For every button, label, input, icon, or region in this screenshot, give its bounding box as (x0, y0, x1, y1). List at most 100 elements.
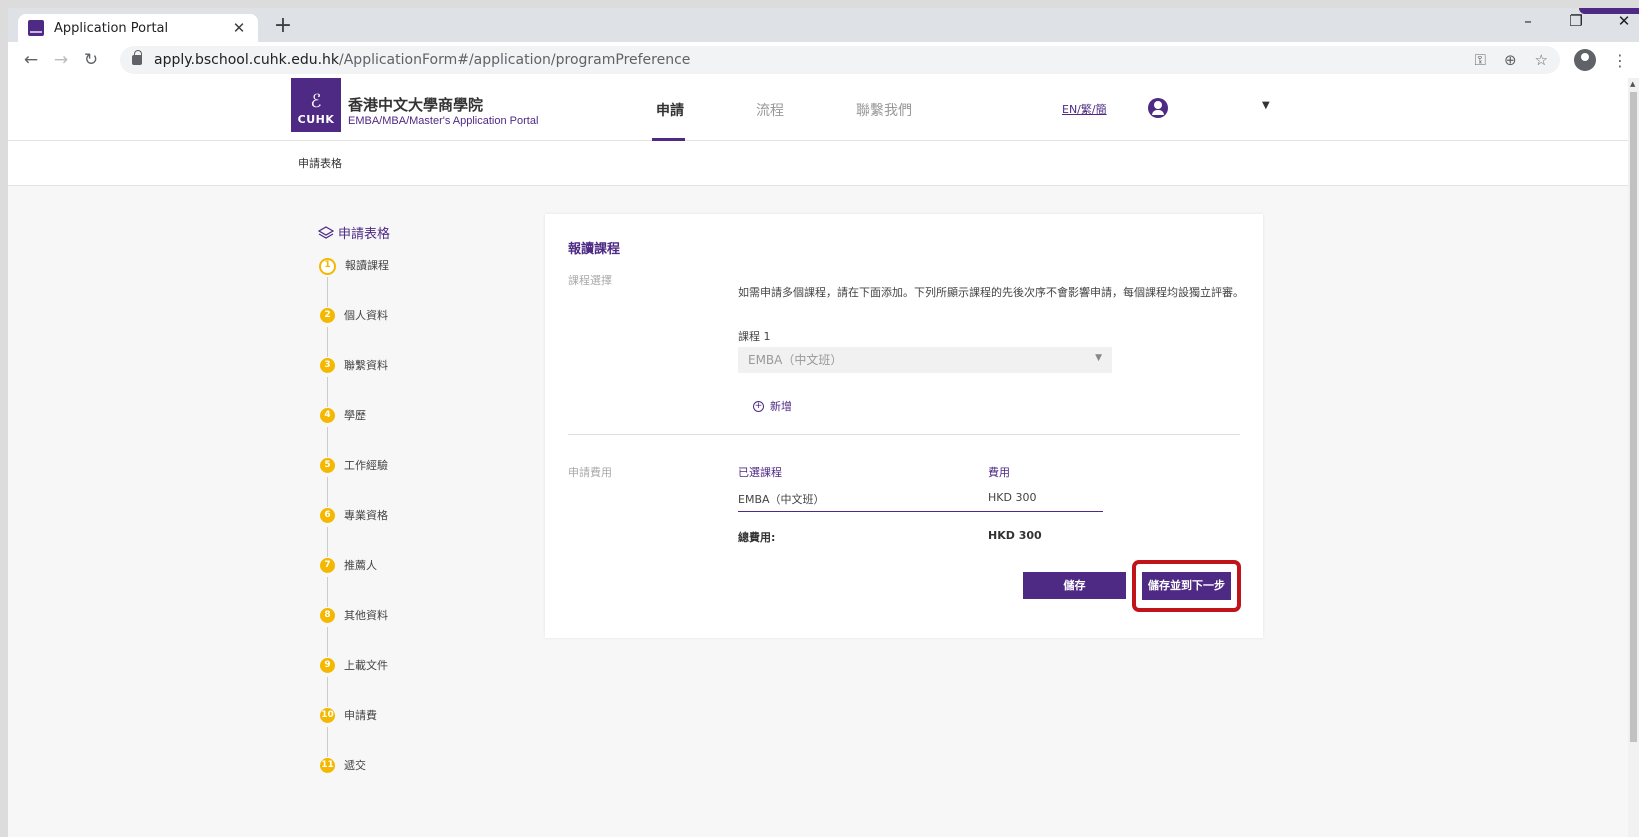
step-item[interactable]: 7 推薦人 (320, 558, 389, 608)
fee-section-label: 申請費用 (568, 466, 612, 479)
school-name: 香港中文大學商學院 (348, 96, 484, 114)
browser-window: Application Portal ✕ + – ❐ ✕ ← → ↻ apply… (8, 8, 1639, 837)
step-number-badge: 2 (320, 308, 335, 323)
window-controls: – ❐ ✕ (1519, 12, 1633, 30)
browser-toolbar: ← → ↻ apply.bschool.cuhk.edu.hk/Applicat… (8, 42, 1639, 78)
reload-icon[interactable]: ↻ (76, 50, 106, 70)
step-item[interactable]: 2 個人資料 (320, 308, 389, 358)
browser-menu-icon[interactable]: ⋮ (1612, 51, 1628, 70)
fee-total-divider (738, 511, 1103, 512)
step-number-badge: 9 (320, 658, 335, 673)
forward-arrow-icon[interactable]: → (46, 50, 76, 70)
url-path: /ApplicationForm#/application/programPre… (339, 52, 691, 68)
step-label: 推薦人 (344, 559, 377, 572)
star-icon[interactable]: ☆ (1535, 51, 1548, 69)
step-number-badge: 4 (320, 408, 335, 423)
address-bar[interactable]: apply.bschool.cuhk.edu.hk/ApplicationFor… (120, 46, 1560, 74)
course-1-select[interactable]: EMBA（中文班） ▼ (738, 347, 1112, 373)
step-connector (327, 627, 328, 657)
step-number-badge: 1 (319, 258, 336, 275)
instruction-text: 如需申請多個課程，請在下面添加。下列所顯示課程的先後次序不會影響申請，每個課程均… (738, 286, 1244, 299)
nav-contact[interactable]: 聯繫我們 (856, 100, 912, 120)
close-window-button[interactable]: ✕ (1615, 12, 1633, 30)
step-connector (327, 327, 328, 357)
section-divider (568, 434, 1240, 435)
step-item[interactable]: 3 聯繫資料 (320, 358, 389, 408)
page-scrollbar[interactable]: ▲ (1628, 78, 1639, 837)
url-domain: apply.bschool.cuhk.edu.hk (154, 52, 340, 68)
user-menu-caret-icon[interactable]: ▼ (1262, 100, 1270, 111)
step-connector (327, 377, 328, 407)
step-number-badge: 11 (320, 758, 335, 773)
scroll-up-icon[interactable]: ▲ (1630, 80, 1635, 88)
step-connector (327, 477, 328, 507)
step-item[interactable]: 8 其他資料 (320, 608, 389, 658)
step-label: 工作經驗 (344, 459, 388, 472)
back-arrow-icon[interactable]: ← (16, 50, 46, 70)
user-account-icon[interactable] (1148, 98, 1168, 118)
step-item[interactable]: 6 專業資格 (320, 508, 389, 558)
scrollbar-thumb[interactable] (1630, 92, 1637, 742)
step-label: 個人資料 (344, 309, 388, 322)
course-section-label: 課程選擇 (568, 274, 612, 287)
course-1-value: EMBA（中文班） (748, 353, 843, 367)
tab-close-icon[interactable]: ✕ (230, 19, 248, 37)
step-item[interactable]: 9 上載文件 (320, 658, 389, 708)
step-connector (327, 527, 328, 557)
step-number-badge: 8 (320, 608, 335, 623)
minimize-button[interactable]: – (1519, 12, 1537, 30)
step-item[interactable]: 11 遞交 (320, 758, 389, 808)
logo-text: CUHK (297, 113, 335, 126)
fee-row-course: EMBA（中文班） (738, 493, 825, 506)
logo-emblem-icon: ℰ (310, 91, 322, 112)
step-item[interactable]: 10 申請費 (320, 708, 389, 758)
save-button[interactable]: 儲存 (1023, 572, 1126, 599)
nav-process[interactable]: 流程 (756, 100, 784, 120)
step-list: 1 報讀課程 2 個人資料 3 聯繫資料 4 學歷 5 工作經驗 6 專業資格 7 推薦人 8 其他資料 9 上載… (319, 258, 389, 808)
tab-title: Application Portal (54, 20, 169, 36)
program-preference-card: 報讀課程 課程選擇 如需申請多個課程，請在下面添加。下列所顯示課程的先後次序不會… (545, 214, 1263, 638)
key-icon[interactable]: ⚿ (1475, 51, 1486, 69)
add-course-label: 新增 (770, 400, 792, 413)
step-label: 申請費 (344, 709, 377, 722)
card-title: 報讀課程 (568, 242, 621, 257)
language-switcher[interactable]: EN/繁/簡 (1062, 101, 1107, 117)
site-header: ℰ CUHK 香港中文大學商學院 EMBA/MBA/Master's Appli… (8, 78, 1639, 141)
step-label: 遞交 (344, 759, 366, 772)
step-connector (327, 277, 328, 307)
step-connector (327, 677, 328, 707)
stepper-title: 申請表格 (318, 223, 390, 242)
fee-header-fee: 費用 (988, 466, 1010, 479)
browser-tab[interactable]: Application Portal ✕ (18, 14, 258, 42)
zoom-icon[interactable]: ⊕ (1504, 51, 1517, 69)
layers-icon (318, 225, 334, 239)
step-label: 聯繫資料 (344, 359, 388, 372)
add-course-button[interactable]: + 新增 (753, 398, 792, 414)
chevron-down-icon: ▼ (1095, 353, 1102, 363)
restore-button[interactable]: ❐ (1567, 12, 1585, 30)
browser-profile-icon[interactable] (1574, 49, 1596, 71)
save-and-next-button[interactable]: 儲存並到下一步 (1142, 572, 1231, 600)
cuhk-favicon-icon (28, 20, 44, 36)
step-item[interactable]: 1 報讀課程 (319, 258, 389, 308)
stepper-title-text: 申請表格 (338, 227, 391, 242)
step-label: 上載文件 (344, 659, 388, 672)
step-number-badge: 7 (320, 558, 335, 573)
school-subtitle: EMBA/MBA/Master's Application Portal (348, 115, 539, 127)
step-item[interactable]: 5 工作經驗 (320, 458, 389, 508)
save-next-highlight: 儲存並到下一步 (1132, 560, 1241, 612)
fee-header-course: 已選課程 (738, 466, 782, 479)
step-number-badge: 10 (320, 708, 335, 723)
step-number-badge: 6 (320, 508, 335, 523)
nav-apply[interactable]: 申請 (656, 100, 684, 120)
course-1-label: 課程 1 (738, 330, 771, 343)
total-fee-value: HKD 300 (988, 529, 1042, 542)
step-label: 學歷 (344, 409, 366, 422)
step-item[interactable]: 4 學歷 (320, 408, 389, 458)
step-label: 報讀課程 (345, 259, 389, 272)
new-tab-button[interactable]: + (270, 13, 296, 38)
plus-circle-icon: + (753, 400, 764, 412)
cuhk-logo[interactable]: ℰ CUHK (291, 78, 341, 132)
fee-row-fee: HKD 300 (988, 491, 1037, 504)
lock-icon (132, 50, 142, 65)
